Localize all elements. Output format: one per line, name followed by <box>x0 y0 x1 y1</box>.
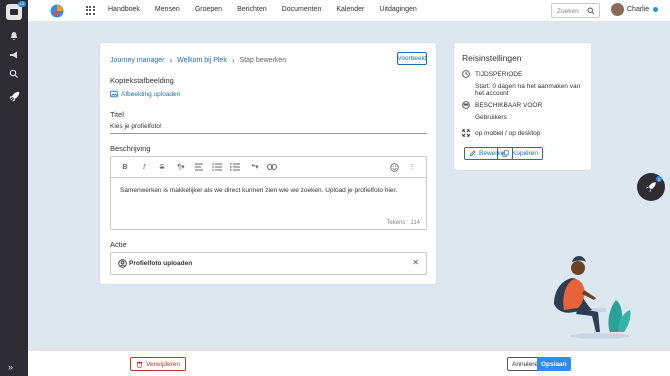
search-input[interactable]: Zoeken <box>551 3 600 18</box>
search-placeholder: Zoeken <box>557 8 579 15</box>
clock-icon <box>462 70 470 78</box>
expand-sidebar-icon[interactable]: » <box>8 362 13 372</box>
character-count: Tekens : 114 <box>386 220 420 226</box>
delete-label: Verwijderen <box>146 360 180 368</box>
start-days: 0 <box>492 83 496 90</box>
description-editor[interactable]: B I S ¶▾ ❝▾ ⋮ Samenwerken is makkelijker… <box>110 156 427 230</box>
chevron-right-icon: › <box>231 56 235 65</box>
available-for-value: Gebruikers <box>475 114 507 121</box>
bottom-action-bar: Verwijderen Annuleren Opslaan <box>28 350 670 376</box>
time-frame-row: TIJDSPERIODE <box>462 70 522 78</box>
bold-icon[interactable]: B <box>120 162 130 172</box>
description-text: Samenwerken is makkelijker als we direct… <box>120 187 398 194</box>
breadcrumb-journey-manager[interactable]: Journey manager <box>110 57 164 64</box>
breadcrumb-current: Stap bewerken <box>239 57 287 64</box>
paragraph-icon[interactable]: ¶▾ <box>174 162 188 172</box>
rocket-icon <box>646 182 656 192</box>
main-nav: Handboek Mensen Groepen Berichten Docume… <box>108 6 432 13</box>
apps-grid-icon[interactable] <box>86 6 95 15</box>
action-value: Profielfoto uploaden <box>129 260 193 267</box>
logo-badge: 12 <box>17 1 26 7</box>
delete-button[interactable]: Verwijderen <box>130 357 186 371</box>
expand-arrows-icon <box>462 129 470 137</box>
copy-icon <box>502 150 509 157</box>
nav-item-messages[interactable]: Berichten <box>237 6 267 13</box>
journey-rocket-button[interactable]: 3 <box>637 173 665 201</box>
close-icon[interactable]: ✕ <box>412 258 419 267</box>
upload-image-label: Afbeelding uploaden <box>121 90 181 98</box>
align-icon[interactable] <box>193 162 207 172</box>
search-icon[interactable] <box>7 67 21 81</box>
device-value: op mobiel / op desktop <box>475 129 541 137</box>
nav-item-documents[interactable]: Documenten <box>282 6 322 13</box>
numbered-list-icon[interactable] <box>230 162 240 172</box>
nav-item-handboek[interactable]: Handboek <box>108 6 140 13</box>
top-navigation: Handboek Mensen Groepen Berichten Docume… <box>28 0 670 22</box>
italic-icon[interactable]: I <box>139 162 149 172</box>
status-dot <box>653 7 659 12</box>
brand-logo[interactable] <box>50 4 64 18</box>
available-for-row: BESCHIKBAAR VOOR <box>462 101 542 109</box>
copy-label: Kopiëren <box>512 150 539 157</box>
image-icon <box>110 90 118 98</box>
megaphone-icon[interactable] <box>7 48 21 62</box>
upload-image-link[interactable]: Afbeelding uploaden <box>110 90 180 98</box>
time-frame-value: Start: 0 dagen na het aanmaken van het a… <box>475 83 581 97</box>
nav-item-people[interactable]: Mensen <box>155 6 180 13</box>
title-label: Titel <box>110 110 124 119</box>
chevron-right-icon: › <box>169 56 173 65</box>
rocket-icon[interactable] <box>7 89 21 103</box>
nav-item-calendar[interactable]: Kalender <box>336 6 364 13</box>
bell-icon[interactable] <box>7 29 21 43</box>
journey-settings-title: Reisinstellingen <box>462 53 522 63</box>
title-field[interactable]: Kies je profielfoto! <box>110 123 427 134</box>
search-icon <box>587 7 595 15</box>
user-name: Charlie <box>627 6 650 13</box>
avatar <box>611 3 624 16</box>
description-label: Beschrijving <box>110 144 151 153</box>
bullet-list-icon[interactable] <box>212 162 222 172</box>
editor-toolbar: B I S ¶▾ ❝▾ ⋮ <box>111 157 426 178</box>
breadcrumb-welcome[interactable]: Welkom bij Plek <box>177 57 227 64</box>
action-field[interactable]: Profielfoto uploaden ✕ <box>110 252 427 275</box>
rocket-badge: 3 <box>656 176 662 182</box>
preview-button[interactable]: Voorbeeld <box>397 52 427 65</box>
nav-item-challenges[interactable]: Uitdagingen <box>379 6 416 13</box>
users-icon <box>462 101 470 109</box>
more-options-icon[interactable]: ⋮ <box>407 162 417 172</box>
pencil-icon <box>469 150 476 157</box>
header-image-label: Koptekstafbeelding <box>110 76 174 85</box>
action-label: Actie <box>110 240 127 249</box>
available-for-label: BESCHIKBAAR VOOR <box>475 101 543 109</box>
save-button[interactable]: Opslaan <box>537 357 571 371</box>
quote-icon[interactable]: ❝▾ <box>248 162 262 172</box>
edit-step-card: Journey manager › Welkom bij Plek › Stap… <box>100 43 436 284</box>
trash-icon <box>136 360 143 368</box>
workspace-logo[interactable]: 12 <box>6 1 26 20</box>
copy-button[interactable]: Kopiëren <box>497 147 544 160</box>
user-menu[interactable]: Charlie <box>611 3 659 16</box>
device-row: op mobiel / op desktop <box>462 129 540 137</box>
journey-settings-card: Reisinstellingen TIJDSPERIODE Start: 0 d… <box>454 43 591 170</box>
nav-item-groups[interactable]: Groepen <box>195 6 222 13</box>
breadcrumb: Journey manager › Welkom bij Plek › Stap… <box>110 56 286 65</box>
user-circle-icon <box>118 259 127 268</box>
strikethrough-icon[interactable]: S <box>157 162 167 172</box>
link-icon[interactable] <box>267 162 277 172</box>
emoji-icon[interactable] <box>389 162 399 172</box>
time-frame-label: TIJDSPERIODE <box>475 70 523 78</box>
person-illustration <box>554 256 631 339</box>
left-rail: 12 <box>0 0 28 376</box>
